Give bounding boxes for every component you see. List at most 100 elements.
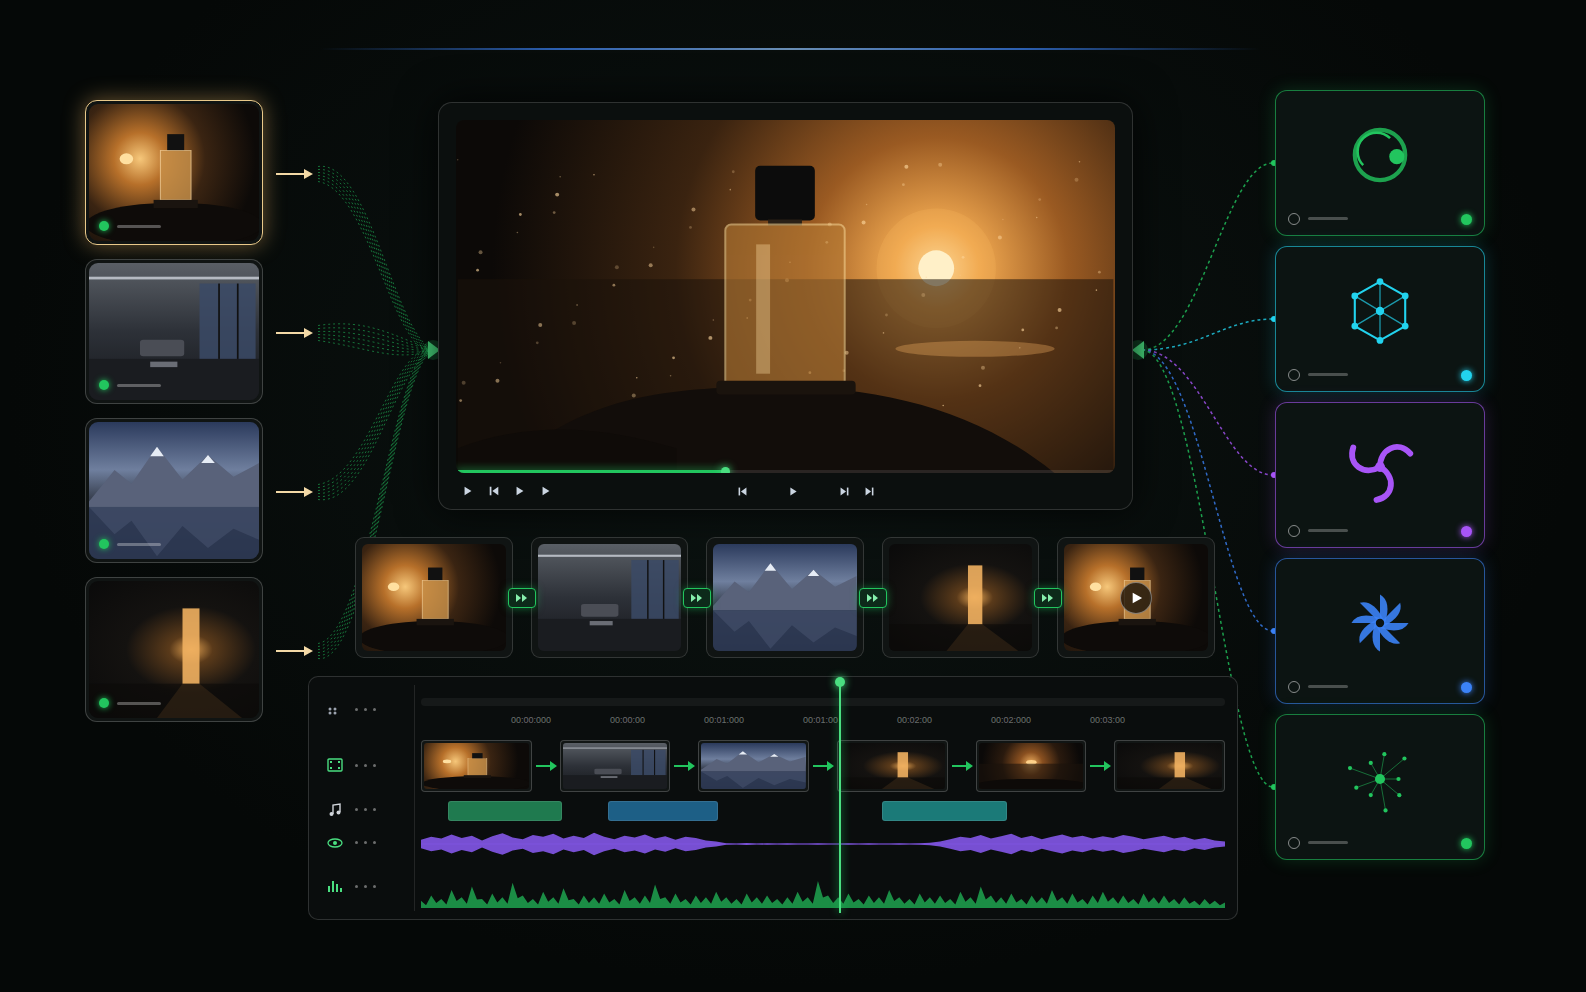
label-bar bbox=[1308, 685, 1348, 688]
option-dot bbox=[355, 841, 358, 844]
option-dot bbox=[355, 764, 358, 767]
skip-back-icon bbox=[488, 485, 500, 497]
scene-thumbnail bbox=[889, 544, 1033, 651]
storyboard-frame[interactable] bbox=[355, 537, 513, 658]
scene-thumbnail bbox=[979, 743, 1084, 789]
track-stack: 00:00:00000:00:0000:01:00000:01:0000:02:… bbox=[421, 685, 1225, 913]
track-options[interactable] bbox=[355, 885, 376, 888]
transition-badge[interactable] bbox=[859, 588, 887, 608]
play-button[interactable] bbox=[1120, 582, 1152, 614]
arrow-icon bbox=[811, 760, 835, 772]
scene-thumbnail bbox=[424, 743, 529, 789]
source-list bbox=[85, 100, 263, 920]
transport-button[interactable] bbox=[839, 486, 850, 497]
editor-canvas: 00:00:00000:00:0000:01:00000:01:0000:02:… bbox=[0, 0, 1586, 992]
voice-waveform-track bbox=[421, 825, 1225, 863]
status-dot bbox=[99, 698, 109, 708]
track-options[interactable] bbox=[355, 841, 376, 844]
control-button[interactable] bbox=[462, 485, 474, 497]
option-dot bbox=[364, 885, 367, 888]
audio-clip[interactable] bbox=[448, 801, 562, 821]
video-clip[interactable] bbox=[1114, 740, 1225, 792]
audio-track bbox=[421, 797, 1225, 825]
source-card[interactable] bbox=[85, 100, 263, 245]
effect-card[interactable] bbox=[1275, 246, 1485, 392]
video-track bbox=[421, 735, 1225, 797]
option-dot bbox=[355, 708, 358, 711]
toggle-circle[interactable] bbox=[1288, 213, 1300, 225]
play-icon bbox=[514, 485, 526, 497]
music-waveform-track bbox=[421, 863, 1225, 913]
transport-button[interactable] bbox=[737, 486, 748, 497]
play-icon bbox=[1131, 592, 1143, 604]
track-header bbox=[309, 824, 414, 862]
ruler-label: 00:03:00 bbox=[1090, 714, 1125, 726]
track-header bbox=[309, 861, 414, 911]
label-bar bbox=[1308, 529, 1348, 532]
waveform-icon bbox=[421, 868, 1225, 908]
playhead-handle[interactable] bbox=[835, 677, 845, 687]
next-icon bbox=[839, 486, 850, 497]
transition-badge[interactable] bbox=[508, 588, 536, 608]
toggle-circle[interactable] bbox=[1288, 525, 1300, 537]
toggle-circle[interactable] bbox=[1288, 837, 1300, 849]
transport-button[interactable] bbox=[864, 486, 875, 497]
effect-card[interactable] bbox=[1275, 90, 1485, 236]
option-dot bbox=[355, 885, 358, 888]
waveform-icon bbox=[421, 831, 1225, 857]
track-options[interactable] bbox=[355, 764, 376, 767]
source-card[interactable] bbox=[85, 577, 263, 722]
audio-clip[interactable] bbox=[882, 801, 1007, 821]
storyboard-frame[interactable] bbox=[706, 537, 864, 658]
control-button[interactable] bbox=[540, 485, 552, 497]
option-dot bbox=[373, 885, 376, 888]
scene-art-icon bbox=[362, 544, 506, 651]
progress-knob[interactable] bbox=[721, 467, 730, 473]
effect-card[interactable] bbox=[1275, 558, 1485, 704]
ruler-label: 00:00:000 bbox=[511, 714, 551, 726]
effect-card[interactable] bbox=[1275, 402, 1485, 548]
toggle-circle[interactable] bbox=[1288, 369, 1300, 381]
toggle-circle[interactable] bbox=[1288, 681, 1300, 693]
time-ruler: 00:00:00000:00:0000:01:00000:01:0000:02:… bbox=[421, 685, 1225, 735]
track-options[interactable] bbox=[355, 708, 376, 711]
scene-art-icon bbox=[701, 743, 806, 789]
video-clip[interactable] bbox=[976, 740, 1087, 792]
transition-badge[interactable] bbox=[1034, 588, 1062, 608]
fast-forward-icon bbox=[690, 593, 704, 603]
label-bar bbox=[117, 702, 161, 705]
storyboard-frame[interactable] bbox=[1057, 537, 1215, 658]
track-headers bbox=[309, 685, 415, 911]
effect-card[interactable] bbox=[1275, 714, 1485, 860]
video-clip[interactable] bbox=[560, 740, 671, 792]
source-card[interactable] bbox=[85, 259, 263, 404]
transport-button[interactable] bbox=[788, 486, 799, 497]
layout: 00:00:00000:00:0000:01:00000:01:0000:02:… bbox=[0, 0, 1586, 920]
storyboard-frame[interactable] bbox=[882, 537, 1040, 658]
label-bar bbox=[117, 384, 161, 387]
scene-art-icon bbox=[89, 104, 259, 241]
source-card[interactable] bbox=[85, 418, 263, 563]
player-controls bbox=[456, 473, 1115, 509]
video-clip[interactable] bbox=[837, 740, 948, 792]
control-button[interactable] bbox=[488, 485, 500, 497]
fast-forward-icon bbox=[1041, 593, 1055, 603]
progress-track[interactable] bbox=[456, 470, 1115, 473]
scene-thumbnail bbox=[89, 422, 259, 559]
audio-clip[interactable] bbox=[608, 801, 718, 821]
video-clip[interactable] bbox=[421, 740, 532, 792]
ruler-label: 00:00:00 bbox=[610, 714, 645, 726]
playhead[interactable] bbox=[839, 681, 841, 913]
control-button[interactable] bbox=[514, 485, 526, 497]
track-options[interactable] bbox=[355, 808, 376, 811]
fast-forward-icon bbox=[515, 593, 529, 603]
track-area: 00:00:00000:00:0000:01:00000:01:0000:02:… bbox=[415, 685, 1237, 911]
transition-badge[interactable] bbox=[683, 588, 711, 608]
storyboard-frame[interactable] bbox=[531, 537, 689, 658]
scene-thumbnail bbox=[1064, 544, 1208, 651]
video-clip[interactable] bbox=[698, 740, 809, 792]
ruler-labels: 00:00:00000:00:0000:01:00000:01:0000:02:… bbox=[421, 714, 1225, 726]
scene-art-icon bbox=[713, 544, 857, 651]
ruler-label: 00:02:00 bbox=[897, 714, 932, 726]
scene-art-icon bbox=[424, 743, 529, 789]
